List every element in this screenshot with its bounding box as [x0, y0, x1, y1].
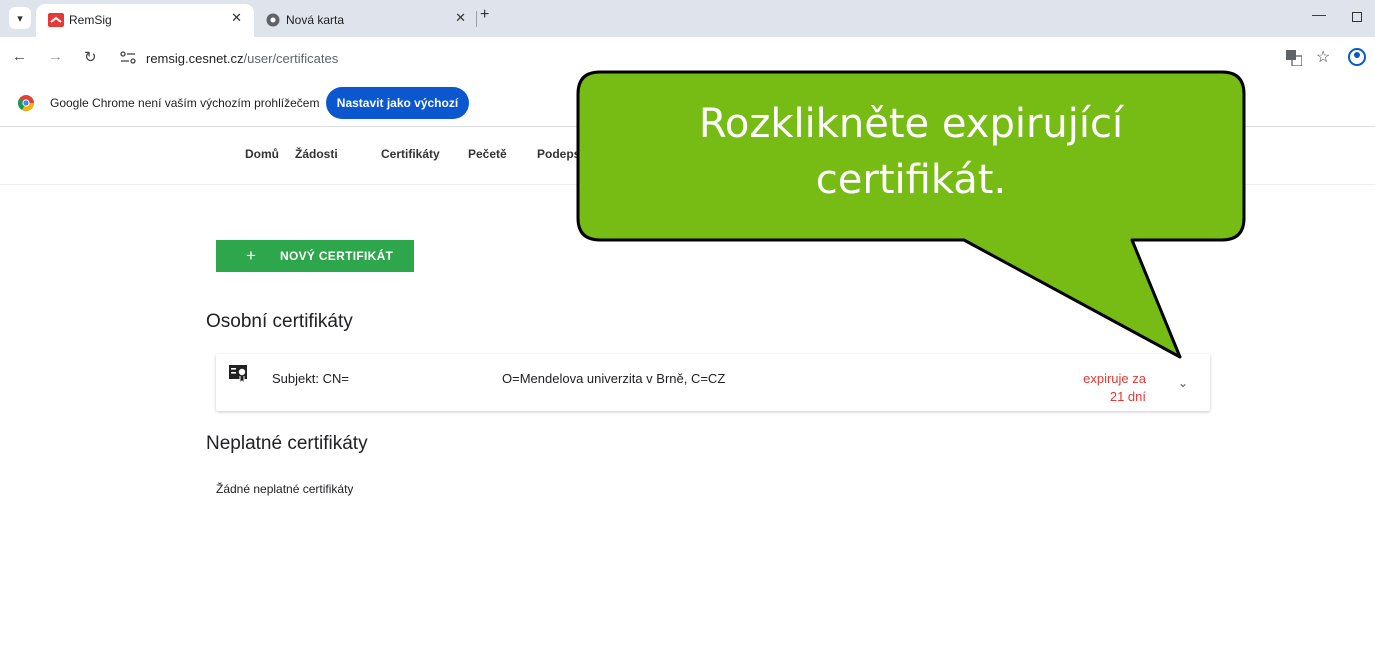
callout-line-1: Rozklikněte expirující	[698, 101, 1124, 147]
callout-text: Rozklikněte expirující certifikát.	[580, 96, 1242, 208]
callout-line-2: certifikát.	[815, 157, 1007, 203]
